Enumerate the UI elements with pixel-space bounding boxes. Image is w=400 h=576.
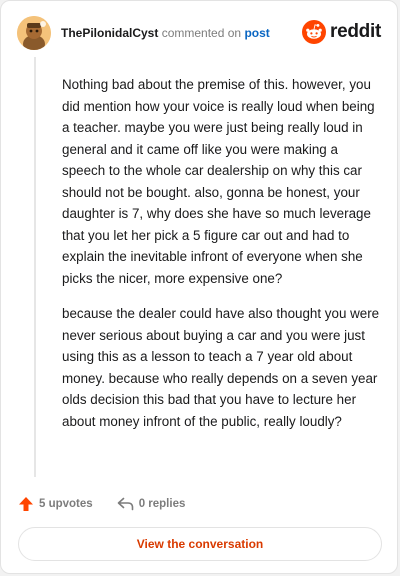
comment-paragraph: because the dealer could have also thoug… <box>62 306 380 429</box>
username[interactable]: ThePilonidalCyst <box>61 26 158 40</box>
upvote-arrow-icon <box>19 497 33 511</box>
avatar-image-icon <box>17 16 51 50</box>
header-text: ThePilonidalCyst commented on post <box>61 26 270 40</box>
thread-line <box>34 57 36 477</box>
comment-actions: 5 upvotes 0 replies <box>18 495 209 513</box>
view-conversation-button[interactable]: View the conversation <box>18 527 382 561</box>
user-avatar[interactable] <box>17 16 51 50</box>
comment-header: ThePilonidalCyst commented on post <box>17 15 270 51</box>
reply-count: 0 replies <box>138 498 186 510</box>
upvote-button[interactable]: 5 upvotes <box>18 496 93 512</box>
commented-on-text: commented on <box>161 26 242 40</box>
comment-paragraph: Nothing bad about the premise of this. h… <box>62 77 375 286</box>
comment-card: ThePilonidalCyst commented on post reddi… <box>0 0 398 574</box>
reply-button[interactable]: 0 replies <box>117 497 186 511</box>
reddit-logo[interactable]: reddit <box>302 20 381 44</box>
post-link[interactable]: post <box>244 26 269 40</box>
reply-arrow-icon <box>117 497 133 511</box>
reddit-wordmark: reddit <box>330 21 381 42</box>
reddit-snoo-icon <box>302 20 327 44</box>
comment-body: Nothing bad about the premise of this. h… <box>62 74 382 446</box>
upvote-count: 5 upvotes <box>39 498 93 510</box>
